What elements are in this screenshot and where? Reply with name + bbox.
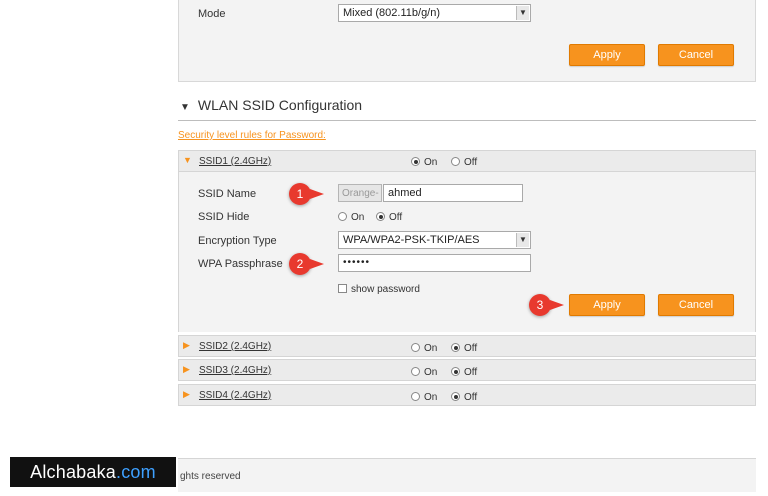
badge-pointer-icon <box>310 189 324 199</box>
ssid-hide-label: SSID Hide <box>198 211 250 223</box>
watermark-logo: Alchabaka.com <box>10 457 176 487</box>
ssid4-off-radio[interactable] <box>451 392 460 401</box>
ssid4-off-radio-group[interactable]: Off <box>451 391 477 403</box>
ssid2-name[interactable]: SSID2 (2.4GHz) <box>199 341 271 352</box>
ssid1-on-radio-group[interactable]: On <box>411 156 437 168</box>
on-label: On <box>424 367 438 378</box>
wireless-cancel-button[interactable]: Cancel <box>658 44 734 66</box>
ssid-name-input[interactable]: ahmed <box>383 184 523 202</box>
ssid1-on-radio[interactable] <box>411 157 420 166</box>
ssid1-apply-button[interactable]: Apply <box>569 294 645 316</box>
on-label: On <box>351 212 365 223</box>
ssid-hide-on-radio[interactable] <box>338 212 347 221</box>
encryption-select[interactable]: WPA/WPA2-PSK-TKIP/AES ▼ <box>338 231 531 249</box>
annotation-badge-2: 2 <box>289 253 311 275</box>
ssid1-cancel-button[interactable]: Cancel <box>658 294 734 316</box>
mode-select[interactable]: Mixed (802.11b/g/n) ▼ <box>338 4 531 22</box>
ssid4-on-radio-group[interactable]: On <box>411 391 437 403</box>
show-password-checkbox[interactable] <box>338 284 347 293</box>
watermark-brand: Alchabaka <box>30 462 117 482</box>
on-label: On <box>424 392 438 403</box>
ssid1-header[interactable]: ▼ SSID1 (2.4GHz) On Off <box>178 150 756 172</box>
ssid-hide-off-group[interactable]: Off <box>376 211 402 223</box>
ssid3-name[interactable]: SSID3 (2.4GHz) <box>199 365 271 376</box>
ssid2-off-radio-group[interactable]: Off <box>451 342 477 354</box>
ssid2-on-radio[interactable] <box>411 343 420 352</box>
security-rules-link[interactable]: Security level rules for Password: <box>178 130 326 141</box>
ssid3-off-radio-group[interactable]: Off <box>451 366 477 378</box>
ssid-hide-off-radio[interactable] <box>376 212 385 221</box>
footer-copyright: ghts reserved <box>180 471 241 482</box>
ssid2-on-radio-group[interactable]: On <box>411 342 437 354</box>
annotation-badge-3: 3 <box>529 294 551 316</box>
passphrase-label: WPA Passphrase <box>198 258 283 270</box>
ssid-prefix: Orange- <box>338 184 382 202</box>
chevron-down-icon: ▼ <box>516 233 529 247</box>
off-label: Off <box>389 212 403 223</box>
badge-pointer-icon <box>550 300 564 310</box>
mode-select-value: Mixed (802.11b/g/n) <box>343 7 441 19</box>
collapse-triangle-icon: ▼ <box>180 102 190 113</box>
ssid3-header[interactable]: ▶ SSID3 (2.4GHz) On Off <box>178 359 756 381</box>
ssid4-name[interactable]: SSID4 (2.4GHz) <box>199 390 271 401</box>
expanded-triangle-icon: ▼ <box>183 155 192 165</box>
encryption-select-value: WPA/WPA2-PSK-TKIP/AES <box>343 234 480 246</box>
off-label: Off <box>464 343 478 354</box>
section-header[interactable]: ▼ WLAN SSID Configuration <box>180 97 362 113</box>
show-password-label: show password <box>351 284 420 295</box>
section-title: WLAN SSID Configuration <box>197 97 363 113</box>
wireless-apply-button[interactable]: Apply <box>569 44 645 66</box>
ssid-name-label: SSID Name <box>198 188 257 200</box>
ssid4-header[interactable]: ▶ SSID4 (2.4GHz) On Off <box>178 384 756 406</box>
ssid1-off-radio-group[interactable]: Off <box>451 156 477 168</box>
divider <box>178 120 756 121</box>
encryption-label: Encryption Type <box>198 235 277 247</box>
on-label: On <box>424 343 438 354</box>
annotation-badge-1: 1 <box>289 183 311 205</box>
off-label: Off <box>464 392 478 403</box>
watermark-tld: .com <box>116 462 156 482</box>
ssid3-off-radio[interactable] <box>451 367 460 376</box>
ssid4-on-radio[interactable] <box>411 392 420 401</box>
badge-pointer-icon <box>310 259 324 269</box>
passphrase-input[interactable]: •••••• <box>338 254 531 272</box>
ssid3-on-radio[interactable] <box>411 367 420 376</box>
ssid-hide-on-group[interactable]: On <box>338 211 364 223</box>
ssid2-off-radio[interactable] <box>451 343 460 352</box>
chevron-down-icon: ▼ <box>516 6 529 20</box>
ssid1-name[interactable]: SSID1 (2.4GHz) <box>199 156 271 167</box>
off-label: Off <box>464 367 478 378</box>
footer <box>178 458 756 492</box>
ssid1-off-radio[interactable] <box>451 157 460 166</box>
collapsed-triangle-icon: ▶ <box>183 364 190 374</box>
ssid2-header[interactable]: ▶ SSID2 (2.4GHz) On Off <box>178 335 756 357</box>
ssid3-on-radio-group[interactable]: On <box>411 366 437 378</box>
show-password-group[interactable]: show password <box>338 283 420 295</box>
mode-label: Mode <box>198 8 226 20</box>
off-label: Off <box>464 157 478 168</box>
collapsed-triangle-icon: ▶ <box>183 389 190 399</box>
collapsed-triangle-icon: ▶ <box>183 340 190 350</box>
on-label: On <box>424 157 438 168</box>
